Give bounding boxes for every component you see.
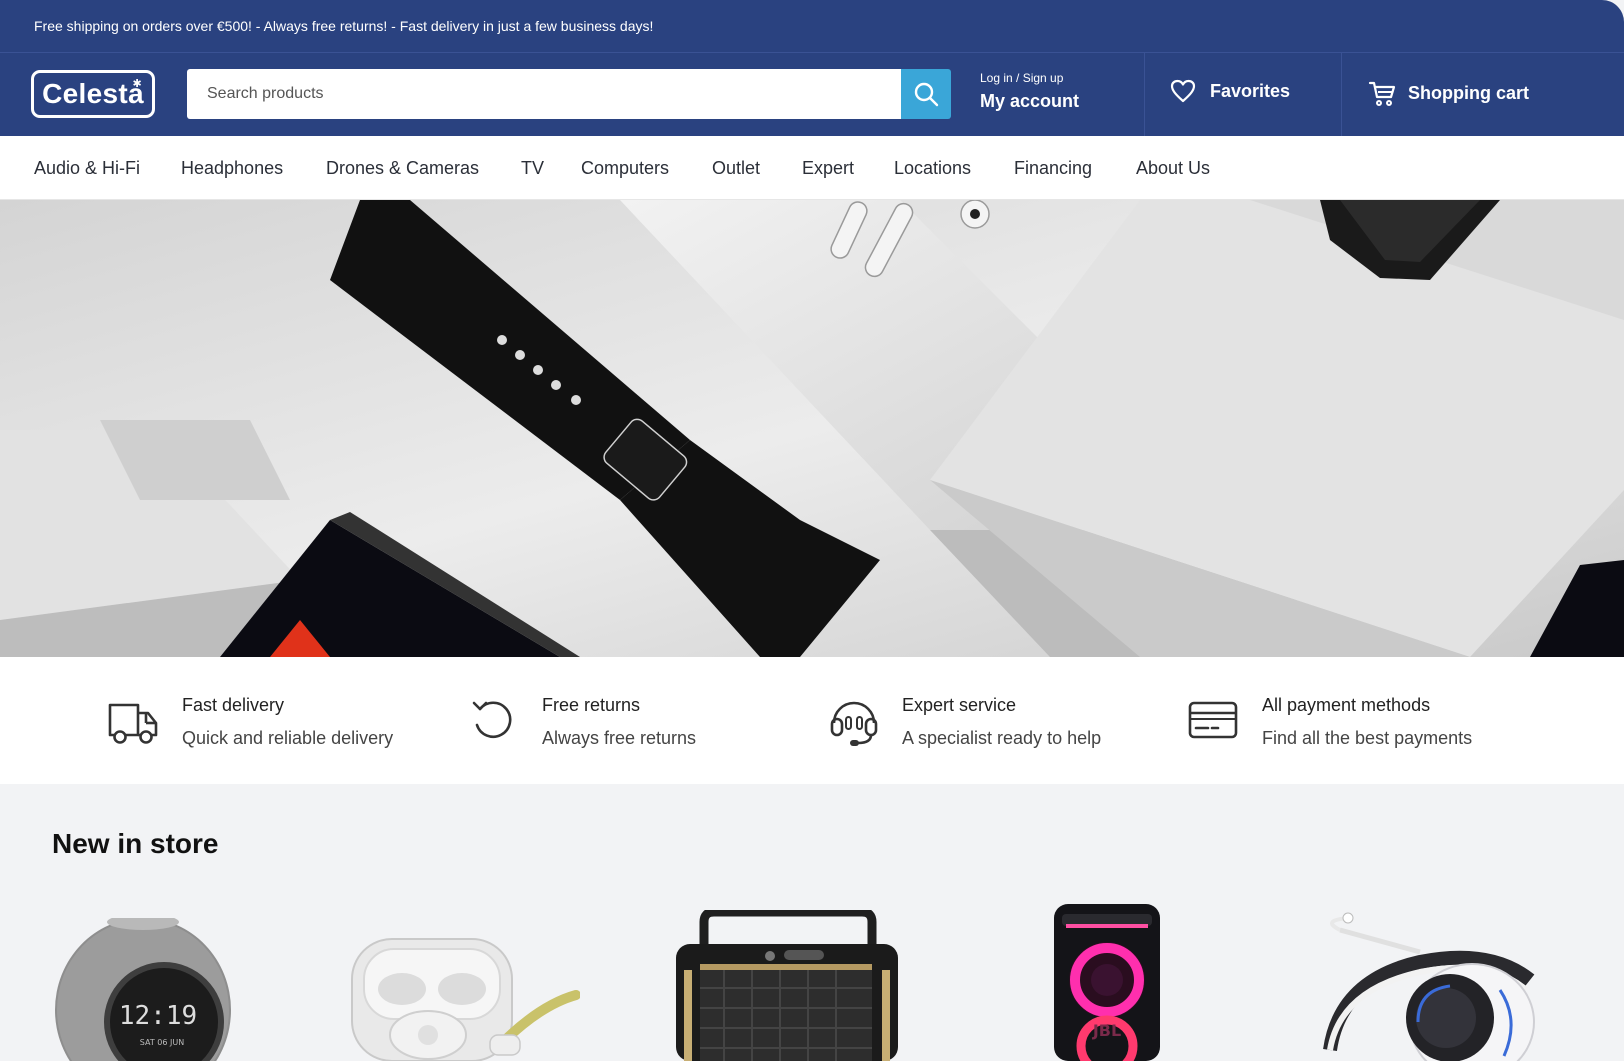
nav-item-drones-cameras[interactable]: Drones & Cameras [326,158,479,179]
cart-label: Shopping cart [1408,82,1529,103]
feature-title: All payment methods [1262,695,1431,715]
return-icon [472,701,512,738]
nav-item-about-us[interactable]: About Us [1136,158,1210,179]
nav-item-tv[interactable]: TV [521,158,544,179]
search-bar [187,69,951,119]
nav-item-expert[interactable]: Expert [802,158,854,179]
product-card-wireless-earbuds[interactable] [350,935,581,1061]
party-speaker-image: JBL [1054,904,1160,1061]
account-login-label: Log in / Sign up [980,71,1064,85]
account-label: My account [980,91,1080,111]
header-divider [1341,53,1342,137]
feature-subtitle: A specialist ready to help [902,728,1102,748]
nav-item-headphones[interactable]: Headphones [181,158,283,179]
logo-text: Celesta [42,78,144,109]
header-divider [1144,53,1145,137]
favorites-label: Favorites [1210,80,1291,101]
nav-item-outlet[interactable]: Outlet [712,158,760,179]
credit-card-icon [1188,701,1238,739]
headset-icon [830,701,878,746]
logo-star-icon: ✱ [132,78,142,90]
feature-expert-service: Expert service A specialist ready to hel… [826,695,1101,749]
feature-subtitle: Find all the best payments [1262,728,1473,748]
feature-payment-methods: All payment methods Find all the best pa… [1186,695,1472,749]
search-icon [914,82,939,107]
feature-subtitle: Always free returns [542,728,697,748]
promo-bar: Free shipping on orders over €500! - Alw… [0,0,1624,52]
feature-title: Fast delivery [182,695,285,715]
nav-item-computers[interactable]: Computers [581,158,669,179]
site-header: Celesta ✱ Log in / Sign up My account Fa… [0,52,1624,137]
logo[interactable]: Celesta ✱ [31,70,155,118]
heart-icon [1170,79,1196,103]
search-input[interactable] [187,69,901,119]
feature-subtitle: Quick and reliable delivery [182,728,394,748]
feature-title: Expert service [902,695,1017,715]
nav-item-financing[interactable]: Financing [1014,158,1092,179]
promo-text: Free shipping on orders over €500! - Alw… [34,18,654,34]
hero-image [0,200,1624,657]
clock-time: 12:19 [119,1001,197,1031]
clock-date: SAT 06 JUN [140,1038,184,1047]
svg-text:JBL: JBL [1092,1021,1121,1040]
main-nav: Audio & Hi-Fi Headphones Drones & Camera… [0,136,1624,200]
product-card-gaming-headset[interactable] [1300,910,1550,1061]
hero-banner[interactable] [0,200,1624,657]
section-title-new-in-store: New in store [52,828,219,859]
feature-fast-delivery: Fast delivery Quick and reliable deliver… [106,695,393,749]
search-button[interactable] [901,69,951,119]
product-card-party-speaker[interactable]: JBL [1052,902,1162,1061]
clock-radio-image: 12:19 SAT 06 JUN [55,914,231,1061]
cart-button[interactable]: Shopping cart [1368,79,1529,107]
nav-item-locations[interactable]: Locations [894,158,971,179]
cart-icon [1368,81,1396,106]
gaming-headset-image [1323,912,1535,1061]
feature-strip: Fast delivery Quick and reliable deliver… [0,657,1624,784]
feature-free-returns: Free returns Always free returns [466,695,696,749]
retro-speaker-image [676,907,898,1061]
feature-title: Free returns [542,695,641,715]
product-card-clock-radio[interactable]: 12:19 SAT 06 JUN [50,914,240,1061]
product-card-retro-speaker[interactable] [674,907,900,1061]
earbuds-image [351,938,581,1061]
nav-item-audio-hifi[interactable]: Audio & Hi-Fi [34,158,140,179]
favorites-button[interactable]: Favorites [1170,79,1290,103]
truck-icon [108,703,158,744]
account-link[interactable]: Log in / Sign up My account [980,71,1140,112]
